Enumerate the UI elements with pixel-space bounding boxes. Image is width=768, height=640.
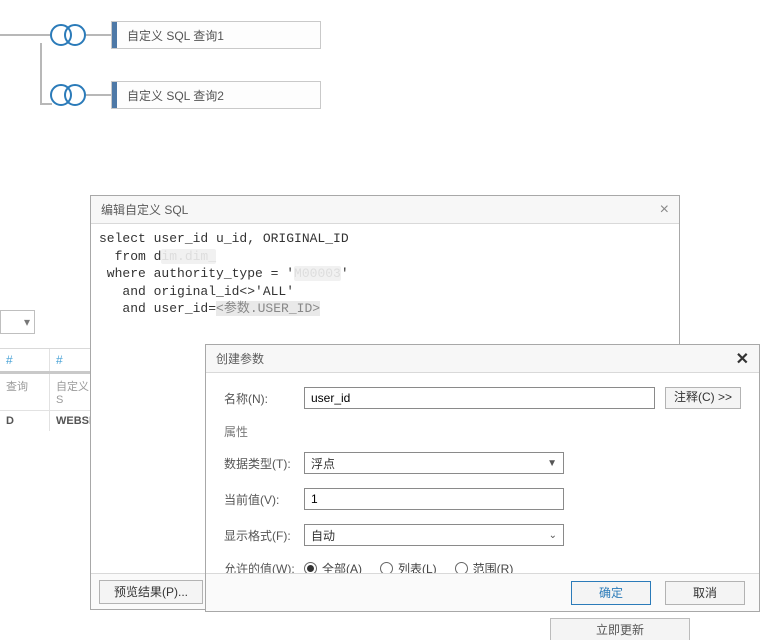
select-value: 自动	[311, 527, 335, 544]
dialog-title: 编辑自定义 SQL	[101, 201, 188, 218]
update-now-button[interactable]: 立即更新	[550, 618, 690, 640]
custom-sql-node-2[interactable]: 自定义 SQL 查询2	[111, 81, 321, 109]
custom-sql-node-1[interactable]: 自定义 SQL 查询1	[111, 21, 321, 49]
dialog-titlebar[interactable]: 编辑自定义 SQL ×	[91, 196, 679, 224]
hash-icon: #	[6, 353, 17, 367]
sql-text: from d	[99, 249, 161, 264]
name-input[interactable]	[304, 387, 655, 409]
close-icon[interactable]: ✕	[736, 349, 749, 369]
display-format-label: 显示格式(F):	[224, 527, 304, 544]
sql-text: select user_id u_id, ORIGINAL_ID	[99, 231, 349, 246]
dialog-body: 名称(N): 注释(C) >> 属性 数据类型(T): 浮点 ▼ 当前值(V):…	[206, 373, 759, 573]
sql-parameter-token: <参数.USER_ID>	[216, 301, 320, 316]
node-row-1: 自定义 SQL 查询1	[0, 10, 321, 60]
name-label: 名称(N):	[224, 390, 304, 407]
current-value-input[interactable]	[304, 488, 564, 510]
current-value-row: 当前值(V):	[224, 488, 741, 510]
dialog-title: 创建参数	[216, 350, 264, 367]
sql-text-redacted: im.dim_	[161, 249, 216, 264]
grid-field-name: D	[0, 411, 50, 431]
dialog-titlebar[interactable]: 创建参数 ✕	[206, 345, 759, 373]
join-icon[interactable]	[50, 22, 86, 48]
comment-button[interactable]: 注释(C) >>	[665, 387, 741, 409]
sql-text: and original_id<>'ALL'	[99, 284, 294, 299]
sql-text: '	[341, 266, 349, 281]
name-row: 名称(N): 注释(C) >>	[224, 387, 741, 409]
select-value: 浮点	[311, 455, 335, 472]
connector-line	[86, 94, 111, 96]
display-format-select[interactable]: 自动 ⌄	[304, 524, 564, 546]
chevron-down-icon: ▾	[24, 315, 30, 329]
sql-text: where authority_type = '	[99, 266, 294, 281]
hash-icon: #	[56, 353, 67, 367]
connector-line	[40, 43, 42, 105]
close-icon[interactable]: ×	[660, 201, 669, 219]
display-format-row: 显示格式(F): 自动 ⌄	[224, 524, 741, 546]
grid-source-label: 查询	[0, 374, 50, 410]
node-label: 自定义 SQL 查询2	[117, 87, 234, 104]
node-row-2: 自定义 SQL 查询2	[0, 70, 321, 120]
connector-line	[86, 34, 111, 36]
properties-section-label: 属性	[224, 423, 741, 440]
datatype-select[interactable]: 浮点 ▼	[304, 452, 564, 474]
current-value-label: 当前值(V):	[224, 491, 304, 508]
connector-line	[0, 34, 50, 36]
chevron-down-icon: ▼	[547, 458, 557, 469]
data-grid-fragment: # # 查询 自定义 S D WEBSI	[0, 348, 100, 408]
dialog-button-bar: 确定 取消	[206, 573, 759, 611]
cancel-button[interactable]: 取消	[665, 581, 745, 605]
join-icon[interactable]	[50, 82, 86, 108]
create-parameter-dialog: 创建参数 ✕ 名称(N): 注释(C) >> 属性 数据类型(T): 浮点 ▼ …	[205, 344, 760, 612]
truncated-dropdown[interactable]: ▾	[0, 310, 35, 334]
node-label: 自定义 SQL 查询1	[117, 27, 234, 44]
data-source-diagram: 自定义 SQL 查询1 自定义 SQL 查询2	[0, 10, 321, 120]
datatype-label: 数据类型(T):	[224, 455, 304, 472]
sql-text-redacted: M00003	[294, 266, 341, 281]
datatype-row: 数据类型(T): 浮点 ▼	[224, 452, 741, 474]
ok-button[interactable]: 确定	[571, 581, 651, 605]
grid-header-cell: #	[0, 349, 50, 371]
chevron-down-icon: ⌄	[549, 530, 557, 541]
preview-results-button[interactable]: 预览结果(P)...	[99, 580, 203, 604]
sql-text: and user_id=	[99, 301, 216, 316]
